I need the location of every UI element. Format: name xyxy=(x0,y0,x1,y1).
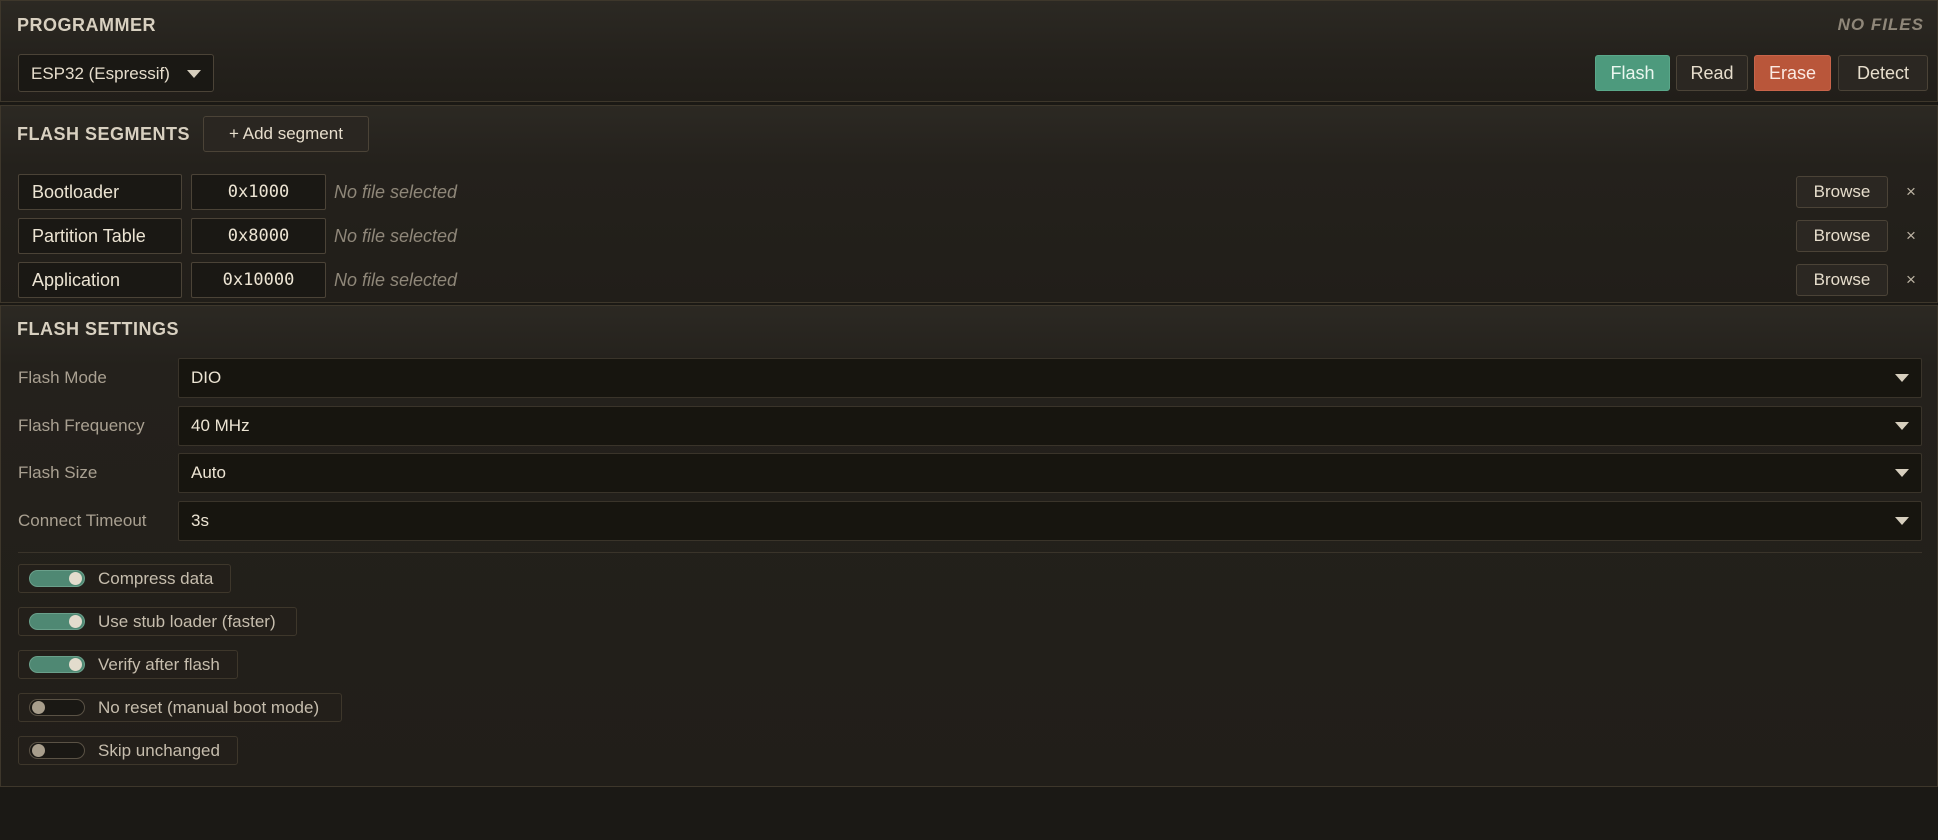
add-segment-button[interactable]: + Add segment xyxy=(203,116,369,152)
chevron-down-icon xyxy=(1895,374,1909,382)
file-status-label: NO FILES xyxy=(1837,15,1924,34)
segment-file-label: No file selected xyxy=(334,270,458,290)
toggle-switch[interactable] xyxy=(29,742,85,759)
erase-button[interactable]: Erase xyxy=(1754,55,1831,91)
toggle-verify-after-flash[interactable]: Verify after flash xyxy=(18,650,238,679)
toggle-label: Skip unchanged xyxy=(98,741,220,760)
setting-row-flash-size: Flash Size Auto xyxy=(1,453,1938,493)
setting-row-flash-mode: Flash Mode DIO xyxy=(1,358,1938,398)
flash-mode-select[interactable]: DIO xyxy=(178,358,1922,398)
detect-button[interactable]: Detect xyxy=(1838,55,1928,91)
settings-divider xyxy=(18,552,1922,553)
flash-size-select[interactable]: Auto xyxy=(178,453,1922,493)
connect-timeout-select[interactable]: 3s xyxy=(178,501,1922,541)
toggle-no-reset[interactable]: No reset (manual boot mode) xyxy=(18,693,342,722)
browse-button[interactable]: Browse xyxy=(1796,176,1888,208)
select-value: 40 MHz xyxy=(191,416,250,435)
chevron-down-icon xyxy=(187,70,201,78)
toggle-knob xyxy=(32,701,45,714)
device-select-value: ESP32 (Espressif) xyxy=(31,64,170,83)
chevron-down-icon xyxy=(1895,469,1909,477)
read-button[interactable]: Read xyxy=(1676,55,1748,91)
toggle-stub-loader[interactable]: Use stub loader (faster) xyxy=(18,607,297,636)
remove-segment-icon[interactable]: × xyxy=(1901,220,1921,252)
setting-label: Flash Mode xyxy=(18,368,107,387)
toggle-knob xyxy=(32,744,45,757)
toggle-label: No reset (manual boot mode) xyxy=(98,698,320,717)
setting-row-connect-timeout: Connect Timeout 3s xyxy=(1,501,1938,541)
chevron-down-icon xyxy=(1895,422,1909,430)
toggle-switch[interactable] xyxy=(29,699,85,716)
chevron-down-icon xyxy=(1895,517,1909,525)
device-select[interactable]: ESP32 (Espressif) xyxy=(18,54,214,92)
segment-name-field[interactable]: Bootloader xyxy=(18,174,182,210)
toggle-label: Verify after flash xyxy=(98,655,220,674)
flash-settings-panel: FLASH SETTINGS Flash Mode DIO Flash Freq… xyxy=(0,305,1938,787)
segments-title: FLASH SEGMENTS xyxy=(17,124,191,144)
toggle-knob xyxy=(69,658,82,671)
settings-title: FLASH SETTINGS xyxy=(17,319,180,339)
programmer-title: PROGRAMMER xyxy=(17,15,156,35)
setting-label: Connect Timeout xyxy=(18,511,147,530)
toggle-label: Use stub loader (faster) xyxy=(98,612,276,631)
segment-row: Bootloader 0x1000 No file selected Brows… xyxy=(1,172,1938,212)
segment-row: Application 0x10000 No file selected Bro… xyxy=(1,260,1938,300)
programmer-panel: PROGRAMMER NO FILES ESP32 (Espressif) Fl… xyxy=(0,0,1938,102)
flash-segments-panel: FLASH SEGMENTS + Add segment Bootloader … xyxy=(0,105,1938,303)
segment-name-field[interactable]: Partition Table xyxy=(18,218,182,254)
select-value: DIO xyxy=(191,368,222,387)
browse-button[interactable]: Browse xyxy=(1796,220,1888,252)
select-value: Auto xyxy=(191,463,226,482)
setting-label: Flash Frequency xyxy=(18,416,145,435)
setting-row-flash-frequency: Flash Frequency 40 MHz xyxy=(1,406,1938,446)
segment-file-label: No file selected xyxy=(334,226,458,246)
flash-button[interactable]: Flash xyxy=(1595,55,1670,91)
toggle-skip-unchanged[interactable]: Skip unchanged xyxy=(18,736,238,765)
toggle-switch[interactable] xyxy=(29,570,85,587)
toggle-knob xyxy=(69,572,82,585)
toggle-switch[interactable] xyxy=(29,613,85,630)
segment-row: Partition Table 0x8000 No file selected … xyxy=(1,216,1938,256)
segment-address-field[interactable]: 0x10000 xyxy=(191,262,326,298)
segment-address-field[interactable]: 0x8000 xyxy=(191,218,326,254)
remove-segment-icon[interactable]: × xyxy=(1901,264,1921,296)
segment-file-label: No file selected xyxy=(334,182,458,202)
setting-label: Flash Size xyxy=(18,463,98,482)
segment-address-field[interactable]: 0x1000 xyxy=(191,174,326,210)
toggle-knob xyxy=(69,615,82,628)
toggle-label: Compress data xyxy=(98,569,214,588)
remove-segment-icon[interactable]: × xyxy=(1901,176,1921,208)
toggle-switch[interactable] xyxy=(29,656,85,673)
segment-name-field[interactable]: Application xyxy=(18,262,182,298)
flash-frequency-select[interactable]: 40 MHz xyxy=(178,406,1922,446)
select-value: 3s xyxy=(191,511,209,530)
browse-button[interactable]: Browse xyxy=(1796,264,1888,296)
toggle-compress-data[interactable]: Compress data xyxy=(18,564,231,593)
